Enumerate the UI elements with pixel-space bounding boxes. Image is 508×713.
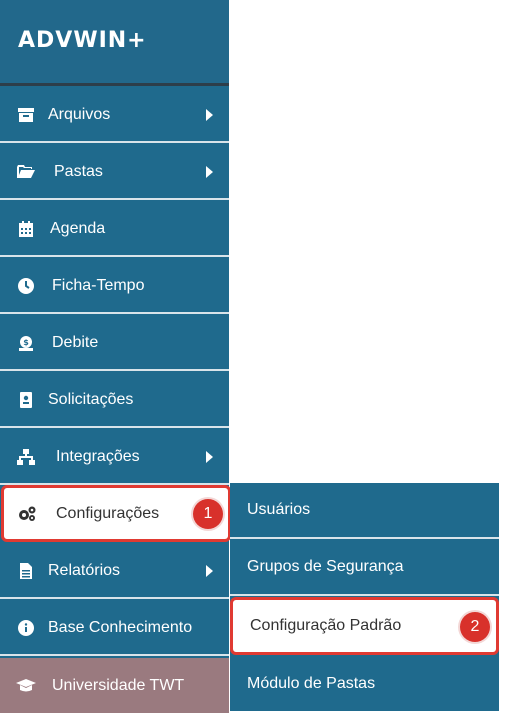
sidebar-item-label: Arquivos — [48, 105, 111, 123]
submenu-item-usuarios[interactable]: Usuários — [230, 483, 499, 539]
annotation-badge-2: 2 — [460, 612, 490, 642]
sidebar-item-label: Solicitações — [48, 390, 134, 408]
annotation-badge-1: 1 — [193, 499, 223, 529]
graduation-cap-icon — [16, 676, 36, 696]
advwin-logo[interactable]: ADVWIN+ — [18, 28, 147, 53]
sidebar-item-relatorios[interactable]: Relatórios — [0, 544, 229, 599]
sidebar-item-pastas[interactable]: Pastas — [0, 145, 229, 200]
svg-text:$: $ — [23, 338, 29, 347]
sidebar-item-agenda[interactable]: Agenda — [0, 202, 229, 257]
chevron-right-icon — [206, 165, 213, 178]
sidebar: ADVWIN+ Arquivos Pastas Agenda Ficha-Tem… — [0, 0, 231, 713]
sidebar-item-integracoes[interactable]: Integrações — [0, 430, 229, 485]
submenu-item-grupos-seguranca[interactable]: Grupos de Segurança — [230, 540, 499, 596]
archive-icon — [16, 105, 36, 125]
sitemap-icon — [16, 447, 36, 467]
money-icon: $ — [16, 333, 36, 353]
sidebar-item-label: Ficha-Tempo — [52, 276, 145, 294]
calendar-icon — [16, 219, 36, 239]
configuracoes-submenu: Usuários Grupos de Segurança Configuraçã… — [230, 483, 499, 711]
sidebar-item-label: Pastas — [54, 162, 103, 180]
sidebar-item-label: Relatórios — [48, 561, 121, 579]
sidebar-item-label: Universidade TWT — [52, 676, 185, 694]
sidebar-item-solicitacoes[interactable]: Solicitações — [0, 373, 229, 428]
sidebar-item-ficha-tempo[interactable]: Ficha-Tempo — [0, 259, 229, 314]
clock-icon — [16, 276, 36, 296]
sidebar-item-label: Agenda — [50, 219, 106, 237]
chevron-right-icon — [206, 108, 213, 121]
chevron-right-icon — [206, 450, 213, 463]
sidebar-item-debite[interactable]: $ Debite — [0, 316, 229, 371]
gears-icon — [17, 504, 37, 524]
sidebar-item-universidade-twt[interactable]: Universidade TWT — [0, 658, 229, 713]
document-icon — [16, 561, 36, 581]
sidebar-item-label: Integrações — [56, 447, 140, 465]
sidebar-item-label: Debite — [52, 333, 99, 351]
sidebar-item-base-conhecimento[interactable]: Base Conhecimento — [0, 601, 229, 656]
sidebar-item-label: Configurações — [56, 504, 160, 522]
sidebar-item-arquivos[interactable]: Arquivos — [0, 88, 229, 143]
submenu-item-modulo-pastas[interactable]: Módulo de Pastas — [230, 656, 499, 712]
submenu-item-configuracao-padrao[interactable]: Configuração Padrão — [230, 597, 499, 655]
sidebar-item-label: Base Conhecimento — [48, 618, 193, 636]
brand-header: ADVWIN+ — [0, 0, 229, 86]
id-card-icon — [16, 390, 36, 410]
folder-open-icon — [16, 162, 36, 182]
chevron-right-icon — [206, 564, 213, 577]
info-icon — [16, 618, 36, 638]
